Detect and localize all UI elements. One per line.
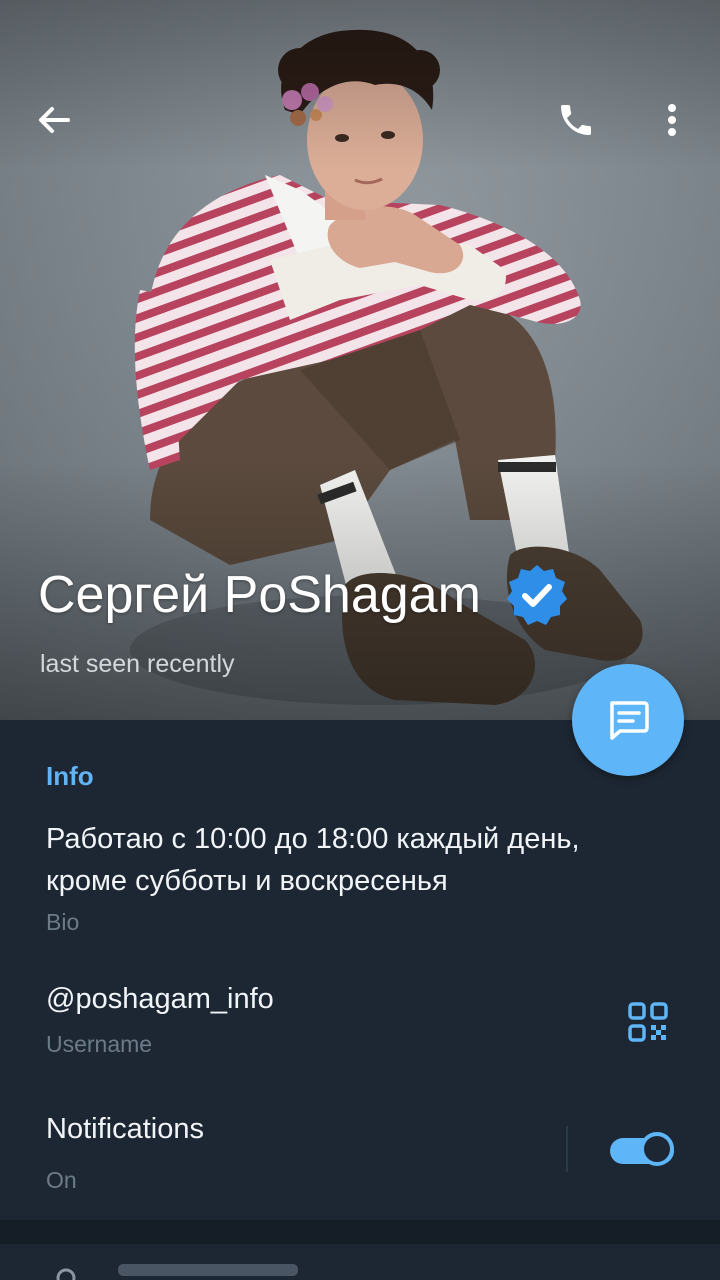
phone-icon — [561, 105, 591, 135]
notifications-toggle[interactable] — [610, 1130, 676, 1172]
divider — [566, 1126, 568, 1172]
username-label: Username — [46, 1031, 153, 1057]
back-button[interactable] — [22, 88, 86, 152]
info-section-title: Info — [46, 761, 94, 791]
message-button[interactable] — [572, 664, 684, 776]
top-gradient — [0, 0, 720, 170]
profile-screen: Сергей PoShagam last seen recently Info … — [0, 0, 720, 1280]
verified-badge-icon[interactable] — [503, 561, 571, 629]
notifications-label[interactable]: Notifications — [46, 1108, 204, 1150]
more-vertical-icon — [668, 104, 676, 136]
qr-code-button[interactable] — [620, 994, 676, 1050]
bio-label: Bio — [46, 909, 80, 935]
section-gap — [0, 1220, 720, 1244]
last-seen-status: last seen recently — [40, 650, 235, 678]
next-section-peek — [0, 1244, 720, 1280]
bio-text[interactable]: Работаю с 10:00 до 18:00 каждый день, кр… — [46, 818, 666, 902]
profile-name: Сергей PoShagam — [38, 566, 481, 624]
user-add-icon — [56, 1268, 76, 1280]
call-button[interactable] — [544, 88, 608, 152]
notifications-status: On — [46, 1167, 77, 1193]
username-text[interactable]: @poshagam_info — [46, 978, 274, 1020]
message-icon — [610, 701, 649, 740]
qr-code-icon — [628, 1002, 668, 1042]
toggle-knob — [640, 1132, 674, 1166]
profile-header: Сергей PoShagam last seen recently — [0, 0, 720, 720]
arrow-left-icon — [39, 107, 70, 133]
next-section-label-placeholder — [118, 1264, 298, 1276]
more-button[interactable] — [640, 88, 704, 152]
profile-name-row: Сергей PoShagam — [38, 560, 571, 630]
